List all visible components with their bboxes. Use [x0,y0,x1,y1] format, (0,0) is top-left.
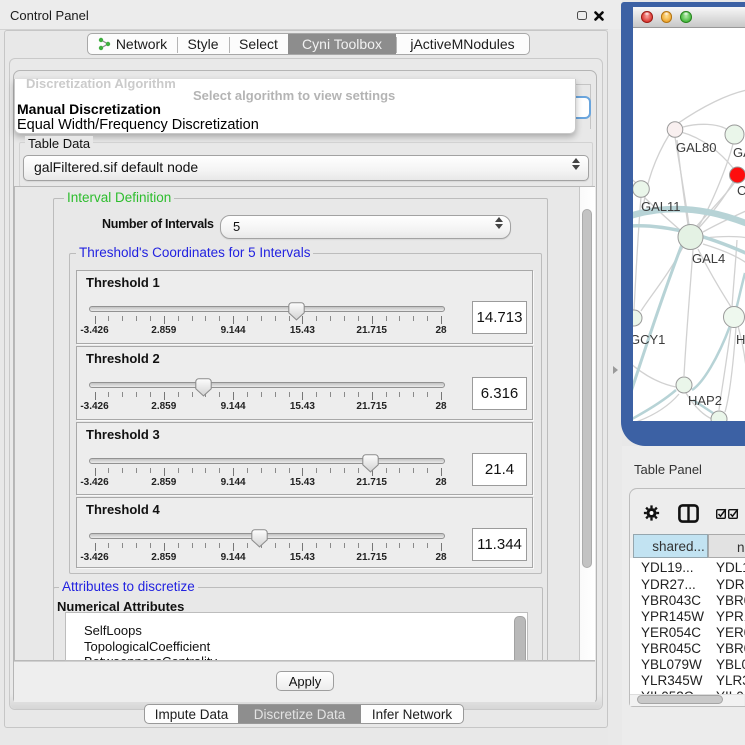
svg-text:GAL4: GAL4 [692,251,725,266]
svg-text:GAL11: GAL11 [641,199,681,214]
svg-text:H: H [736,332,745,347]
svg-text:GAL80: GAL80 [676,140,716,155]
svg-text:GA: GA [733,145,745,160]
svg-text:C: C [737,183,745,198]
svg-text:HAP2: HAP2 [688,393,722,408]
svg-text:GCY1: GCY1 [633,332,665,347]
